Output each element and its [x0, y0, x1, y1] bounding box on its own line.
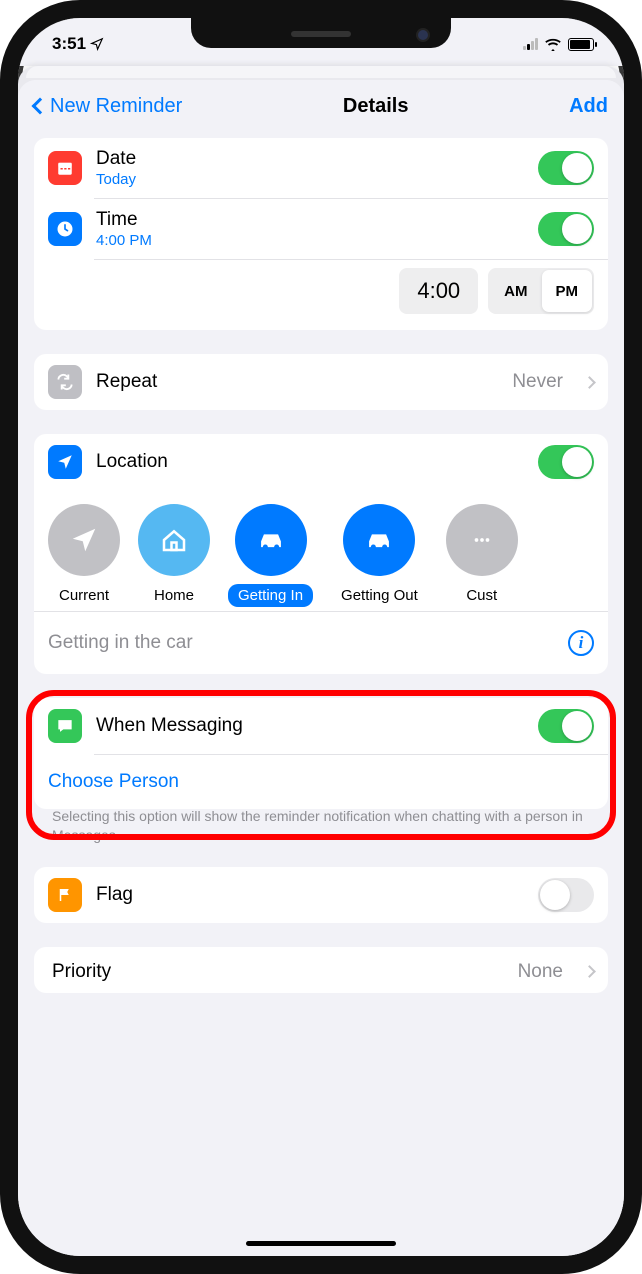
messages-icon — [48, 709, 82, 743]
location-toggle[interactable] — [538, 445, 594, 479]
messaging-card: When Messaging Choose Person — [34, 698, 608, 809]
car-icon — [235, 504, 307, 576]
arrow-icon — [48, 504, 120, 576]
date-label: Date — [96, 148, 524, 170]
location-options[interactable]: Current Home Getting In Getting Out — [34, 490, 608, 611]
loc-custom[interactable]: Cust — [446, 504, 518, 607]
content: Date Today Time 4:00 PM — [18, 132, 624, 1256]
loc-current[interactable]: Current — [48, 504, 120, 607]
repeat-value: Never — [512, 371, 563, 393]
car-out-icon — [343, 504, 415, 576]
date-time-card: Date Today Time 4:00 PM — [34, 138, 608, 330]
device-frame: 3:51 New Reminder — [0, 0, 642, 1274]
messaging-row[interactable]: When Messaging — [34, 698, 608, 754]
messaging-label: When Messaging — [96, 715, 524, 737]
wifi-icon — [544, 37, 562, 51]
clock-icon — [48, 212, 82, 246]
repeat-label: Repeat — [96, 371, 498, 393]
chevron-right-icon — [583, 965, 596, 978]
choose-person-button[interactable]: Choose Person — [34, 755, 608, 809]
status-time: 3:51 — [52, 34, 86, 54]
home-icon — [138, 504, 210, 576]
pm-option[interactable]: PM — [542, 270, 593, 312]
repeat-card: Repeat Never — [34, 354, 608, 410]
am-option[interactable]: AM — [490, 270, 541, 312]
time-toggle[interactable] — [538, 212, 594, 246]
loc-getting-out[interactable]: Getting Out — [331, 504, 428, 607]
location-arrow-icon — [90, 37, 104, 51]
front-camera — [418, 30, 428, 40]
details-sheet: New Reminder Details Add Date Today — [18, 80, 624, 1256]
flag-row[interactable]: Flag — [34, 867, 608, 923]
page-title: Details — [343, 95, 409, 118]
flag-toggle[interactable] — [538, 878, 594, 912]
date-value: Today — [96, 171, 524, 188]
speaker — [291, 31, 351, 37]
battery-icon — [568, 38, 594, 51]
time-label: Time — [96, 209, 524, 231]
loc-custom-label: Cust — [456, 584, 507, 607]
loc-getting-in-label: Getting In — [228, 584, 313, 607]
time-numeric[interactable]: 4:00 — [399, 268, 478, 314]
date-row[interactable]: Date Today — [34, 138, 608, 198]
info-icon[interactable]: i — [568, 630, 594, 656]
date-toggle[interactable] — [538, 151, 594, 185]
location-detail-row[interactable]: Getting in the car i — [34, 612, 608, 674]
chevron-left-icon — [32, 98, 49, 115]
priority-card: Priority None — [34, 947, 608, 993]
home-indicator[interactable] — [246, 1241, 396, 1246]
location-card: Location Current Home — [34, 434, 608, 674]
messaging-footer: Selecting this option will show the remi… — [34, 807, 608, 845]
calendar-icon — [48, 151, 82, 185]
flag-icon — [48, 878, 82, 912]
chevron-right-icon — [583, 376, 596, 389]
add-button[interactable]: Add — [569, 95, 608, 118]
time-row[interactable]: Time 4:00 PM — [34, 199, 608, 259]
navbar: New Reminder Details Add — [18, 80, 624, 132]
loc-getting-out-label: Getting Out — [331, 584, 428, 607]
loc-home-label: Home — [144, 584, 204, 607]
sheet-background: New Reminder Details Add Date Today — [18, 66, 624, 1256]
priority-row[interactable]: Priority None — [34, 947, 608, 993]
repeat-row[interactable]: Repeat Never — [34, 354, 608, 410]
more-icon — [446, 504, 518, 576]
location-label: Location — [96, 451, 524, 473]
loc-current-label: Current — [49, 584, 119, 607]
back-label: New Reminder — [50, 95, 182, 118]
loc-getting-in[interactable]: Getting In — [228, 504, 313, 607]
flag-card: Flag — [34, 867, 608, 923]
location-row[interactable]: Location — [34, 434, 608, 490]
location-icon — [48, 445, 82, 479]
sheet-under — [26, 66, 616, 78]
time-picker: 4:00 AM PM — [34, 260, 608, 330]
location-detail-text: Getting in the car — [48, 632, 558, 654]
flag-label: Flag — [96, 884, 524, 906]
time-value: 4:00 PM — [96, 232, 524, 249]
priority-label: Priority — [52, 961, 504, 983]
ampm-segment[interactable]: AM PM — [488, 268, 594, 314]
messaging-toggle[interactable] — [538, 709, 594, 743]
loc-home[interactable]: Home — [138, 504, 210, 607]
repeat-icon — [48, 365, 82, 399]
priority-value: None — [518, 961, 563, 983]
cellular-icon — [523, 38, 538, 50]
back-button[interactable]: New Reminder — [34, 95, 182, 118]
